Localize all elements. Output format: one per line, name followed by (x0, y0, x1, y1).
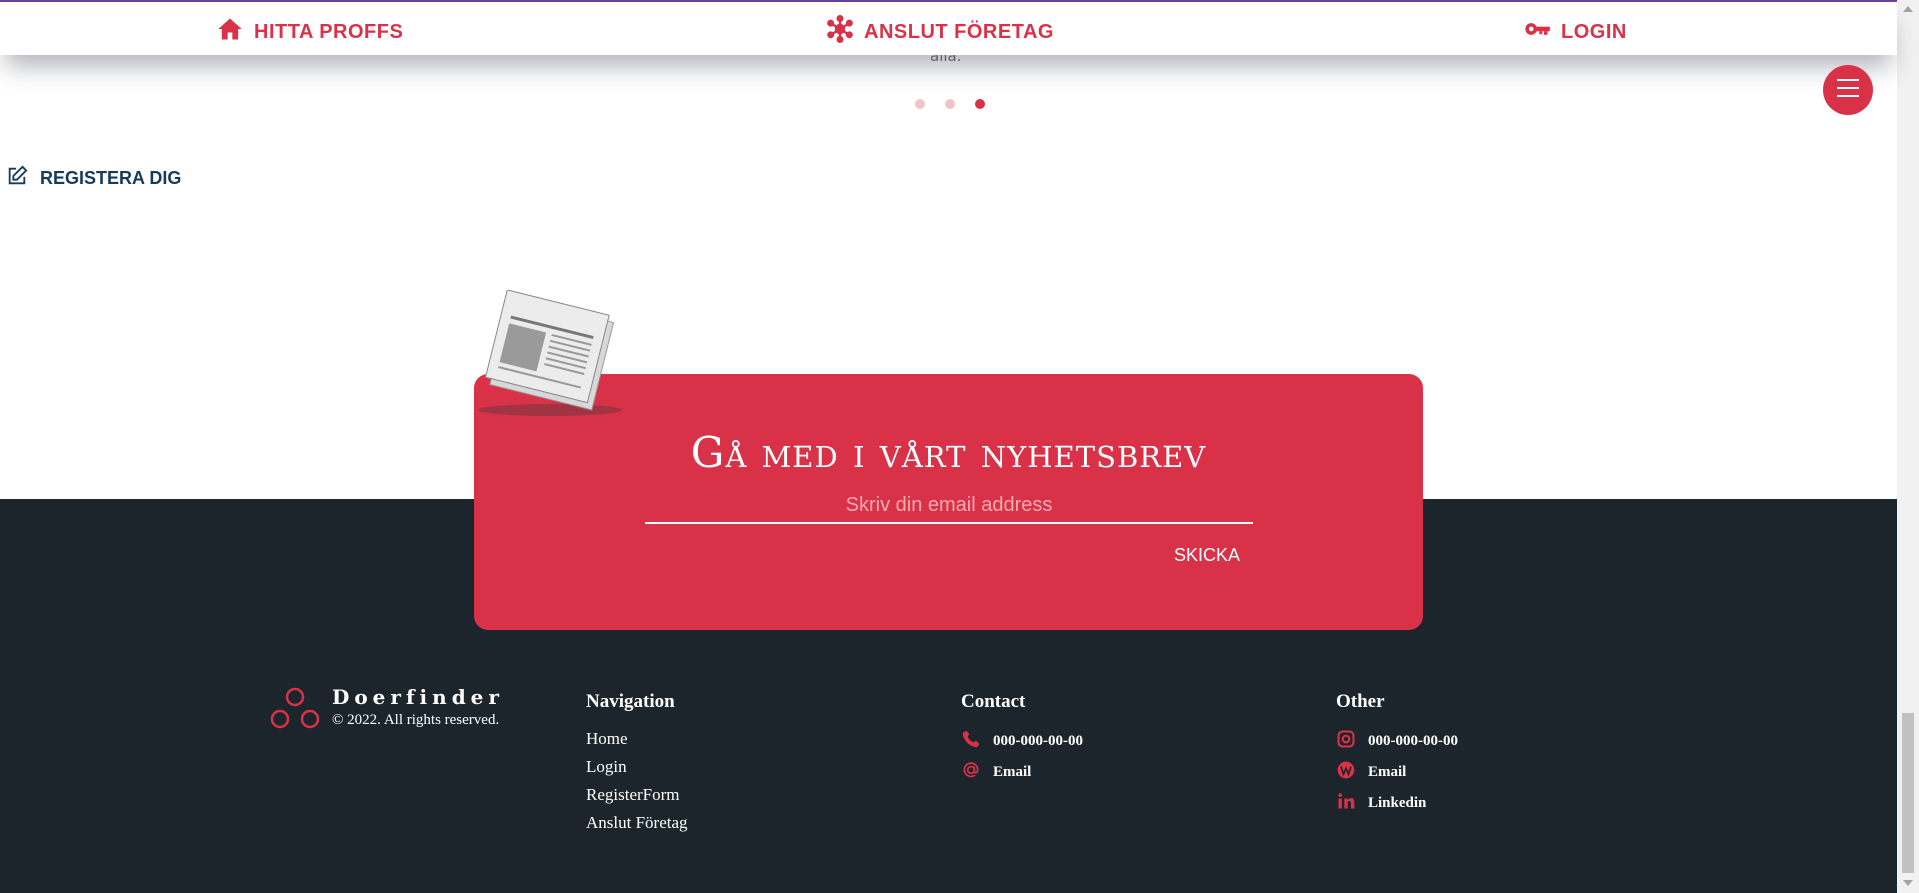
carousel-dot[interactable] (945, 99, 955, 109)
nav-login-label: LOGIN (1561, 20, 1627, 43)
menu-icon (1835, 77, 1861, 104)
top-navbar: HITTA PROFFS ANSLUT FÖRETAG LOGIN (0, 0, 1897, 55)
at-icon (961, 760, 981, 785)
carousel-dots (915, 99, 985, 109)
contact-email[interactable]: Email (961, 760, 1083, 785)
brand-name: Doerfinder (332, 685, 504, 709)
carousel-dot[interactable] (915, 99, 925, 109)
other-email-text: Email (1368, 764, 1407, 780)
footer-contact: Contact 000-000-00-00 Email (961, 691, 1083, 791)
footer-link-registerform[interactable]: RegisterForm (586, 785, 688, 805)
footer-other: Other 000-000-00-00 Email Linkedin (1336, 691, 1458, 822)
contact-heading: Contact (961, 691, 1026, 712)
wordpress-icon (1336, 760, 1356, 785)
scroll-thumb[interactable] (1902, 713, 1914, 873)
footer-link-anslut-foretag[interactable]: Anslut Företag (586, 813, 688, 833)
register-label: REGISTERA DIG (40, 168, 182, 188)
contact-phone[interactable]: 000-000-00-00 (961, 729, 1083, 754)
edit-icon (6, 165, 28, 192)
home-icon (216, 15, 244, 49)
newspaper-image (470, 289, 630, 425)
other-heading: Other (1336, 691, 1385, 712)
carousel-dot-active[interactable] (975, 99, 985, 109)
scroll-down-arrow[interactable] (1903, 880, 1913, 886)
nav-find-pros-label: HITTA PROFFS (254, 20, 404, 43)
nav-login[interactable]: LOGIN (1523, 15, 1627, 49)
footer-brand: Doerfinder © 2022. All rights reserved. (270, 685, 504, 734)
footer-link-login[interactable]: Login (586, 757, 688, 777)
network-icon (826, 15, 854, 49)
logo-icon (270, 687, 320, 734)
other-linkedin[interactable]: Linkedin (1336, 791, 1458, 816)
contact-email-text: Email (993, 764, 1032, 780)
page-scrollbar[interactable] (1897, 0, 1919, 893)
nav-find-pros[interactable]: HITTA PROFFS (216, 15, 403, 49)
nav-connect-company-label: ANSLUT FÖRETAG (864, 20, 1054, 43)
register-link[interactable]: REGISTERA DIG (6, 165, 181, 192)
other-phone[interactable]: 000-000-00-00 (1336, 729, 1458, 754)
other-email[interactable]: Email (1336, 760, 1458, 785)
newsletter-submit-button[interactable]: SKICKA (1174, 545, 1240, 566)
key-icon (1523, 15, 1551, 49)
footer-navigation: Navigation Home Login RegisterForm Anslu… (586, 691, 688, 841)
newsletter-title: Gå med i vårt nyhetsbrev (690, 428, 1207, 477)
phone-icon (961, 729, 981, 754)
navigation-heading: Navigation (586, 691, 675, 712)
contact-phone-text: 000-000-00-00 (993, 733, 1083, 749)
newsletter-email-input[interactable] (645, 488, 1253, 524)
copyright-text: © 2022. All rights reserved. (332, 712, 500, 728)
other-phone-text: 000-000-00-00 (1368, 733, 1458, 749)
nav-connect-company[interactable]: ANSLUT FÖRETAG (826, 15, 1054, 49)
scroll-up-arrow[interactable] (1903, 6, 1913, 12)
footer-link-home[interactable]: Home (586, 729, 688, 749)
menu-button[interactable] (1823, 65, 1873, 115)
other-linkedin-text: Linkedin (1368, 795, 1427, 811)
instagram-icon (1336, 729, 1356, 754)
linkedin-icon (1336, 791, 1356, 816)
